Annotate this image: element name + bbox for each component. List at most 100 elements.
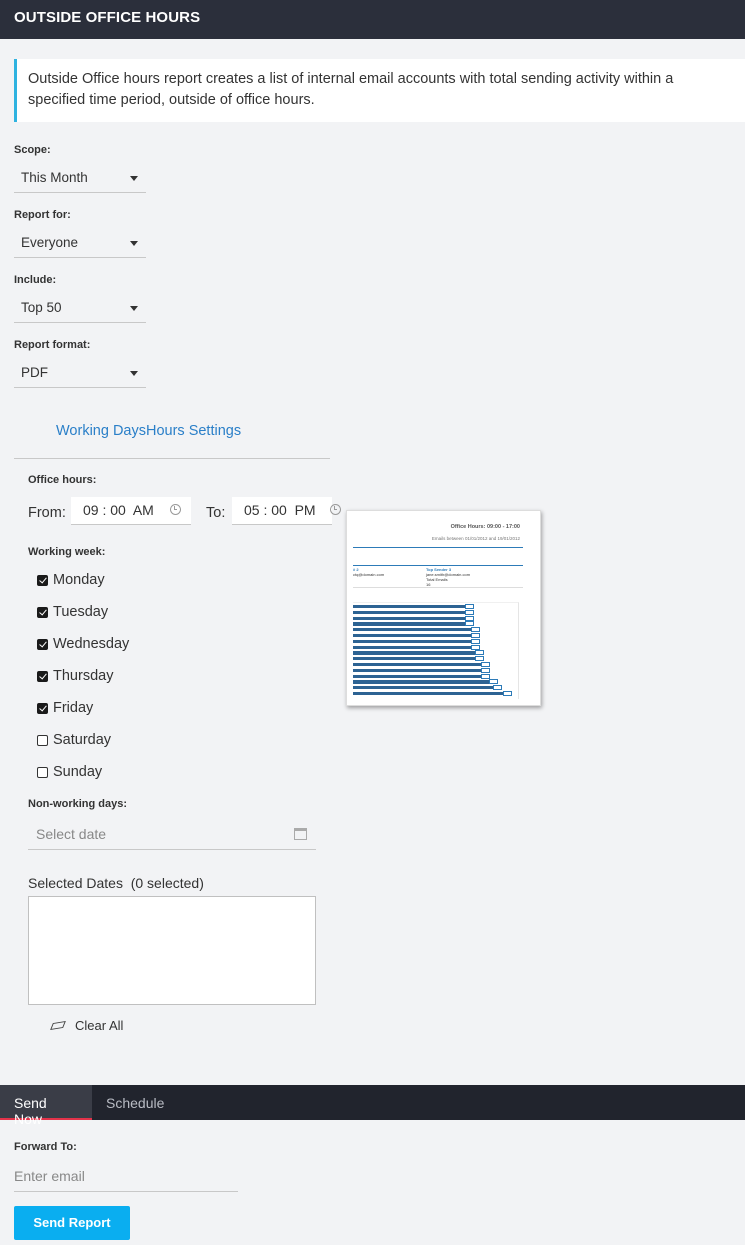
info-text: Outside Office hours report creates a li… — [28, 71, 674, 108]
include-label: Include: — [14, 274, 57, 286]
preview-bar — [353, 628, 471, 632]
preview-bar — [353, 610, 465, 615]
preview-title: Office Hours: 09:00 - 17:00 — [450, 524, 520, 530]
preview-bar-tag — [503, 691, 512, 696]
checkbox-sunday[interactable]: Sunday — [37, 764, 102, 780]
preview-bar-tag — [481, 662, 490, 667]
preview-bar-tag — [465, 615, 474, 621]
preview-bar — [353, 692, 503, 696]
selected-dates-list[interactable] — [28, 896, 316, 1005]
non-working-days-label: Non-working days: — [28, 798, 128, 810]
select-date-placeholder: Select date — [36, 826, 107, 842]
checkbox-unchecked-icon[interactable] — [37, 766, 48, 778]
checkbox-tuesday[interactable]: Tuesday — [37, 604, 108, 620]
checkbox-checked-icon[interactable] — [37, 638, 48, 650]
to-time-value: 05 : 00 PM — [244, 502, 316, 518]
preview-bar-tag — [475, 656, 484, 662]
to-label: To: — [206, 505, 226, 521]
working-week-label: Working week: — [28, 546, 106, 558]
preview-bar-tag — [489, 679, 498, 685]
email-input[interactable]: Enter email — [14, 1161, 238, 1192]
clear-all-label: Clear All — [75, 1018, 124, 1033]
preview-bar — [353, 634, 471, 638]
preview-bar-tag — [481, 673, 490, 679]
preview-bar — [353, 616, 465, 620]
preview-subtitle: Emails between 01/01/2012 and 19/01/2012 — [431, 536, 520, 541]
preview-bar — [353, 680, 489, 684]
report-for-value: Everyone — [21, 235, 79, 250]
preview-bar-tag — [493, 685, 502, 691]
clock-icon[interactable] — [330, 504, 341, 515]
tab-send-now[interactable]: Send Now — [0, 1085, 92, 1127]
caret-down-icon — [130, 371, 138, 376]
checkbox-monday[interactable]: Monday — [37, 572, 105, 588]
scope-select[interactable]: This Month — [14, 164, 146, 193]
preview-bar — [353, 668, 481, 673]
send-report-button[interactable]: Send Report — [14, 1206, 130, 1240]
info-banner: Outside Office hours report creates a li… — [14, 59, 745, 122]
preview-col1-line: ctq@domain.com — [353, 572, 385, 577]
clear-all-button[interactable]: Clear All — [50, 1018, 124, 1033]
tab-schedule[interactable]: Schedule — [92, 1085, 178, 1120]
checkbox-checked-icon[interactable] — [37, 606, 48, 618]
caret-down-icon — [130, 176, 138, 181]
calendar-icon[interactable] — [294, 828, 307, 840]
forward-to-label: Forward To: — [14, 1141, 77, 1153]
day-label: Wednesday — [53, 636, 130, 652]
preview-bar-tag — [465, 604, 474, 609]
preview-rule — [353, 547, 523, 548]
caret-down-icon — [130, 241, 138, 246]
report-preview-thumbnail: Office Hours: 09:00 - 17:00 Emails betwe… — [346, 510, 541, 706]
include-select[interactable]: Top 50 — [14, 294, 146, 323]
day-label: Friday — [53, 700, 94, 716]
preview-bar — [353, 657, 475, 661]
scope-value: This Month — [21, 170, 88, 185]
format-value: PDF — [21, 365, 48, 380]
office-hours-label: Office hours: — [28, 474, 97, 486]
to-time-input[interactable]: 05 : 00 PM — [232, 497, 332, 525]
preview-bar-tag — [481, 667, 490, 673]
format-select[interactable]: PDF — [14, 359, 146, 388]
day-label: Tuesday — [53, 604, 109, 620]
send-tabs: Send Now Schedule — [0, 1085, 745, 1127]
preview-bar — [353, 605, 465, 609]
checkbox-checked-icon[interactable] — [37, 574, 48, 586]
format-label: Report format: — [14, 339, 91, 351]
day-label: Thursday — [53, 668, 114, 684]
preview-bar-tag — [465, 609, 474, 615]
preview-bar-tag — [465, 621, 474, 627]
checkbox-unchecked-icon[interactable] — [37, 734, 48, 746]
select-date-input[interactable]: Select date — [28, 819, 316, 850]
checkbox-wednesday[interactable]: Wednesday — [37, 636, 129, 652]
preview-bar-tag — [471, 633, 480, 638]
preview-bar — [353, 674, 481, 678]
eraser-icon — [50, 1021, 66, 1030]
day-label: Monday — [53, 572, 105, 588]
preview-bar — [353, 686, 493, 690]
checkbox-saturday[interactable]: Saturday — [37, 732, 111, 748]
preview-bar-tag — [475, 650, 484, 656]
preview-bar — [353, 663, 481, 667]
page-header: OUTSIDE OFFICE HOURS — [0, 0, 745, 39]
from-time-value: 09 : 00 AM — [83, 502, 154, 518]
checkbox-thursday[interactable]: Thursday — [37, 668, 113, 684]
preview-bar — [353, 639, 471, 644]
day-label: Saturday — [53, 732, 112, 748]
caret-down-icon — [130, 306, 138, 311]
preview-bar — [353, 622, 465, 626]
checkbox-checked-icon[interactable] — [37, 670, 48, 682]
report-for-select[interactable]: Everyone — [14, 229, 146, 258]
preview-bar-tag — [471, 638, 480, 644]
checkbox-checked-icon[interactable] — [37, 702, 48, 714]
working-days-settings-link[interactable]: Working DaysHours Settings — [56, 423, 241, 439]
report-for-label: Report for: — [14, 209, 71, 221]
preview-bar-chart — [353, 602, 519, 699]
preview-bar — [353, 651, 475, 655]
page-title: OUTSIDE OFFICE HOURS — [14, 9, 201, 26]
include-value: Top 50 — [21, 300, 62, 315]
preview-col2-line3: 16 — [426, 582, 431, 587]
checkbox-friday[interactable]: Friday — [37, 700, 93, 716]
from-label: From: — [28, 505, 66, 521]
preview-summary: # 2 ctq@domain.com Top Sender 3 jane.smi… — [353, 565, 523, 588]
clock-icon[interactable] — [170, 504, 181, 515]
